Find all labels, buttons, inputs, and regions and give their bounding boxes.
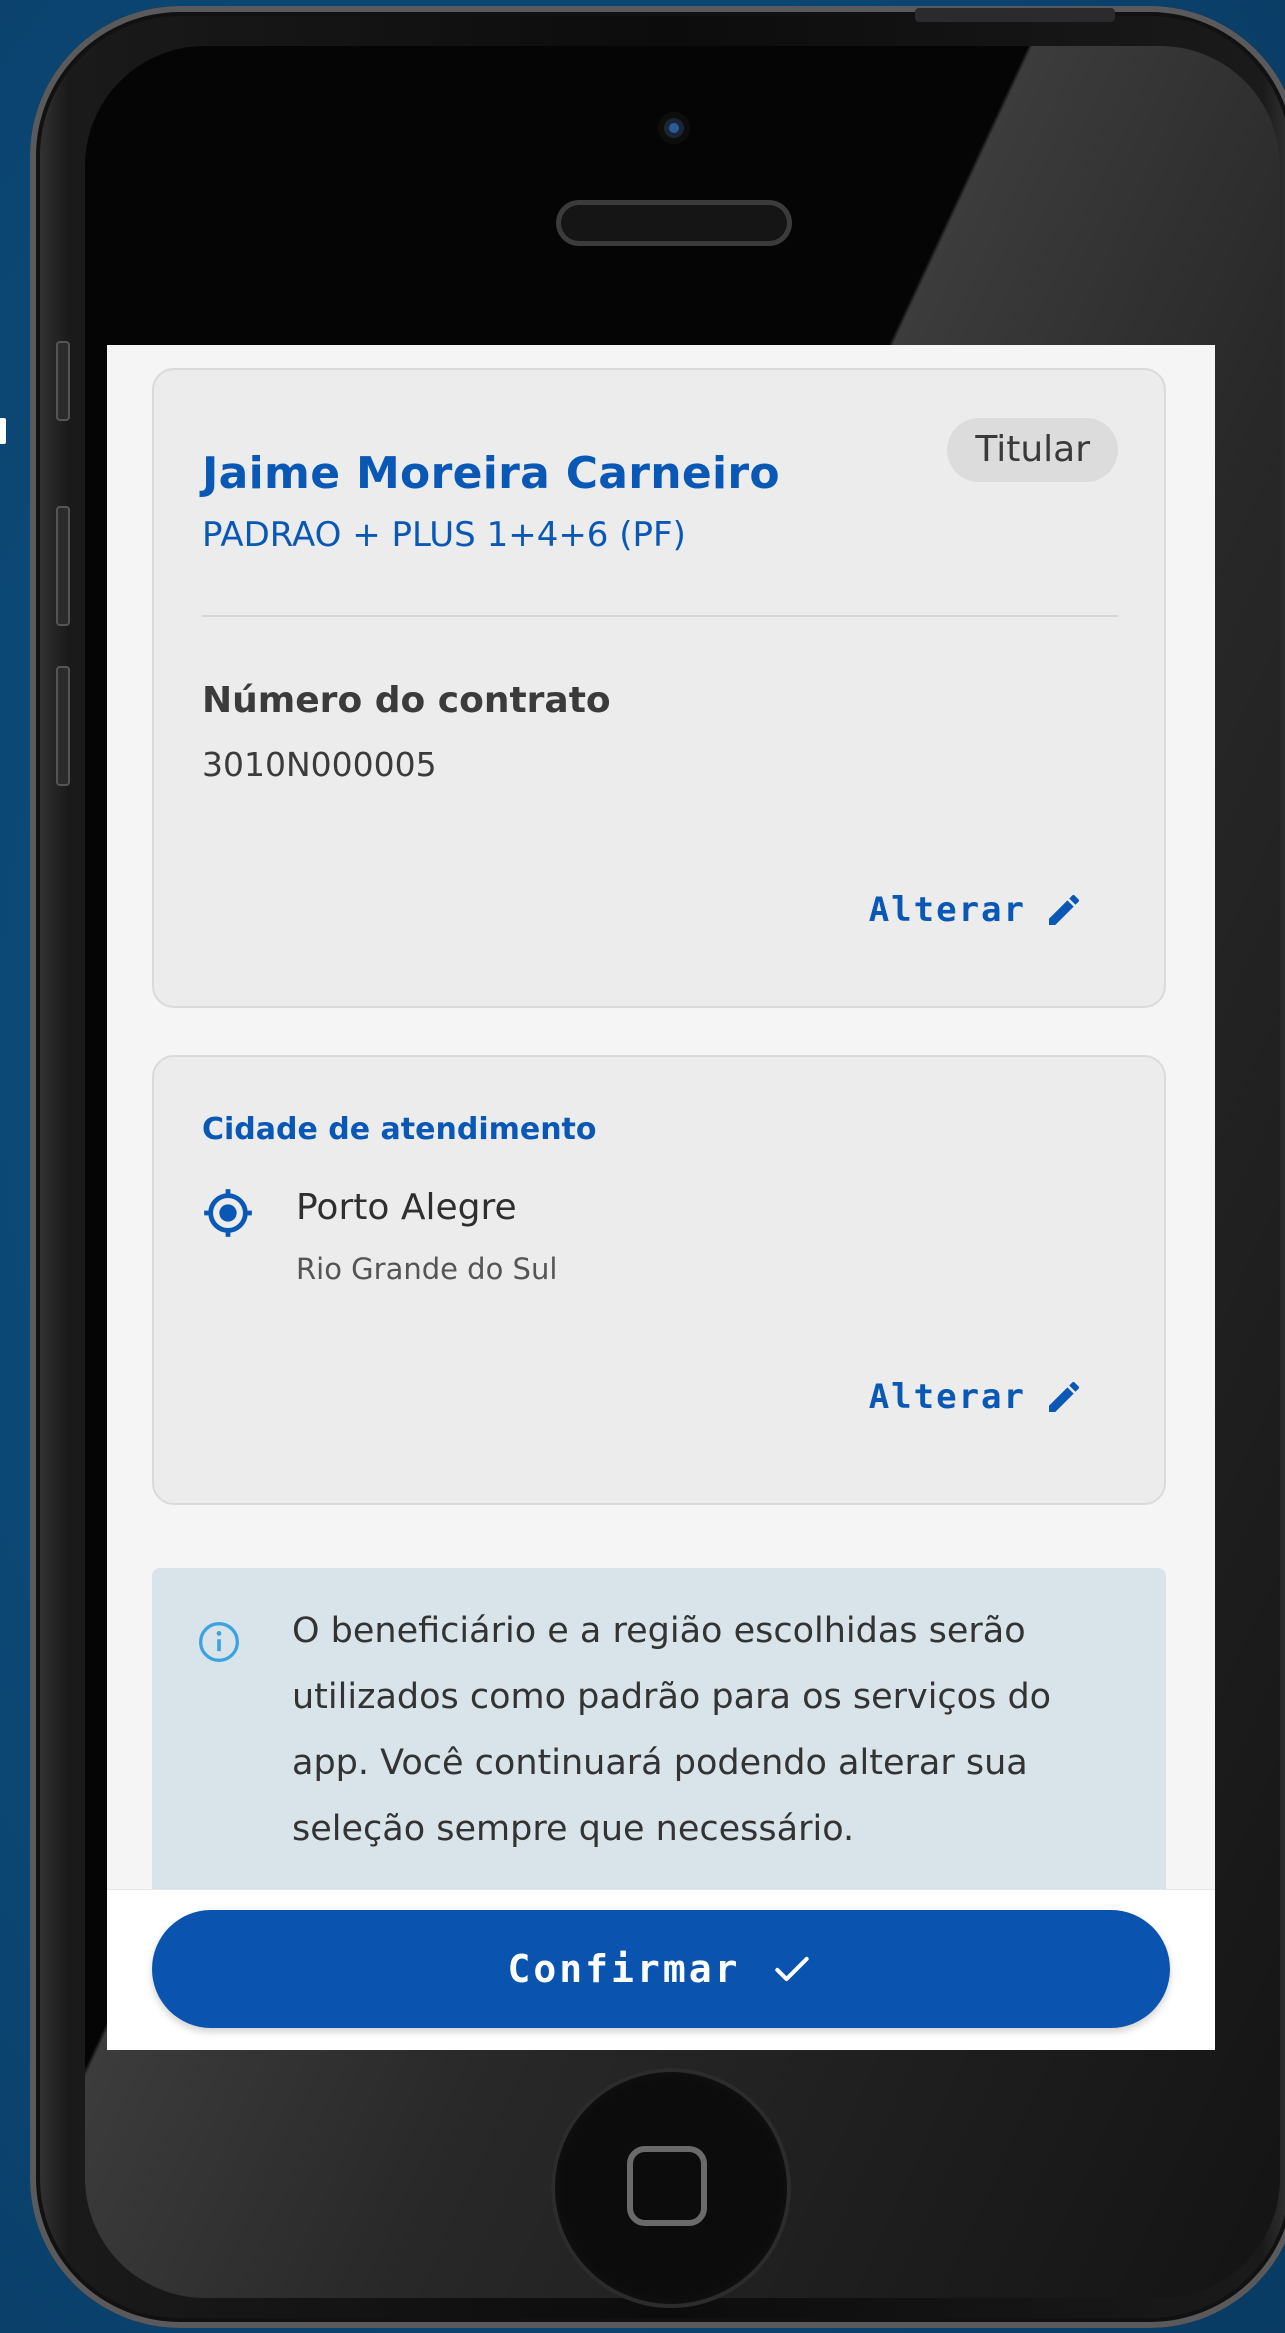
- volume-up-button: [56, 506, 70, 626]
- pencil-icon: [1049, 1381, 1080, 1412]
- bottom-action-bar: Confirmar: [107, 1889, 1215, 2050]
- front-camera: [658, 112, 690, 144]
- divider: [202, 615, 1118, 617]
- city-name: Porto Alegre: [296, 1187, 517, 1228]
- background-edge-mark: [0, 418, 6, 444]
- confirm-button[interactable]: Confirmar: [152, 1910, 1170, 2028]
- info-notice: O beneficiário e a região escolhidas ser…: [152, 1568, 1166, 1898]
- location-target-icon: [204, 1189, 252, 1237]
- contract-number: 3010N000005: [202, 745, 437, 784]
- contract-label: Número do contrato: [202, 680, 611, 721]
- alter-label: Alterar: [868, 890, 1026, 930]
- info-icon: [199, 1622, 239, 1662]
- volume-down-button: [56, 666, 70, 786]
- home-button[interactable]: [551, 2068, 791, 2308]
- beneficiary-card: Jaime Moreira Carneiro Titular PADRAO + …: [152, 368, 1166, 1008]
- mute-switch: [56, 341, 70, 421]
- city-section-label: Cidade de atendimento: [202, 1112, 597, 1147]
- alter-label: Alterar: [868, 1377, 1026, 1417]
- holder-badge: Titular: [947, 418, 1118, 482]
- pencil-icon: [1049, 894, 1080, 925]
- check-icon: [775, 1956, 810, 1982]
- beneficiary-name: Jaime Moreira Carneiro: [202, 448, 780, 499]
- earpiece-speaker: [556, 200, 792, 246]
- state-name: Rio Grande do Sul: [296, 1252, 558, 1286]
- confirm-label: Confirmar: [507, 1947, 741, 1991]
- app-screen: Jaime Moreira Carneiro Titular PADRAO + …: [107, 345, 1215, 2050]
- info-text: O beneficiário e a região escolhidas ser…: [292, 1611, 1052, 1849]
- alter-city-button[interactable]: Alterar: [869, 1377, 1084, 1417]
- plan-name: PADRAO + PLUS 1+4+6 (PF): [202, 515, 686, 555]
- alter-beneficiary-button[interactable]: Alterar: [869, 890, 1084, 930]
- city-card: Cidade de atendimento Porto Alegre Rio G…: [152, 1055, 1166, 1505]
- power-button: [915, 8, 1115, 22]
